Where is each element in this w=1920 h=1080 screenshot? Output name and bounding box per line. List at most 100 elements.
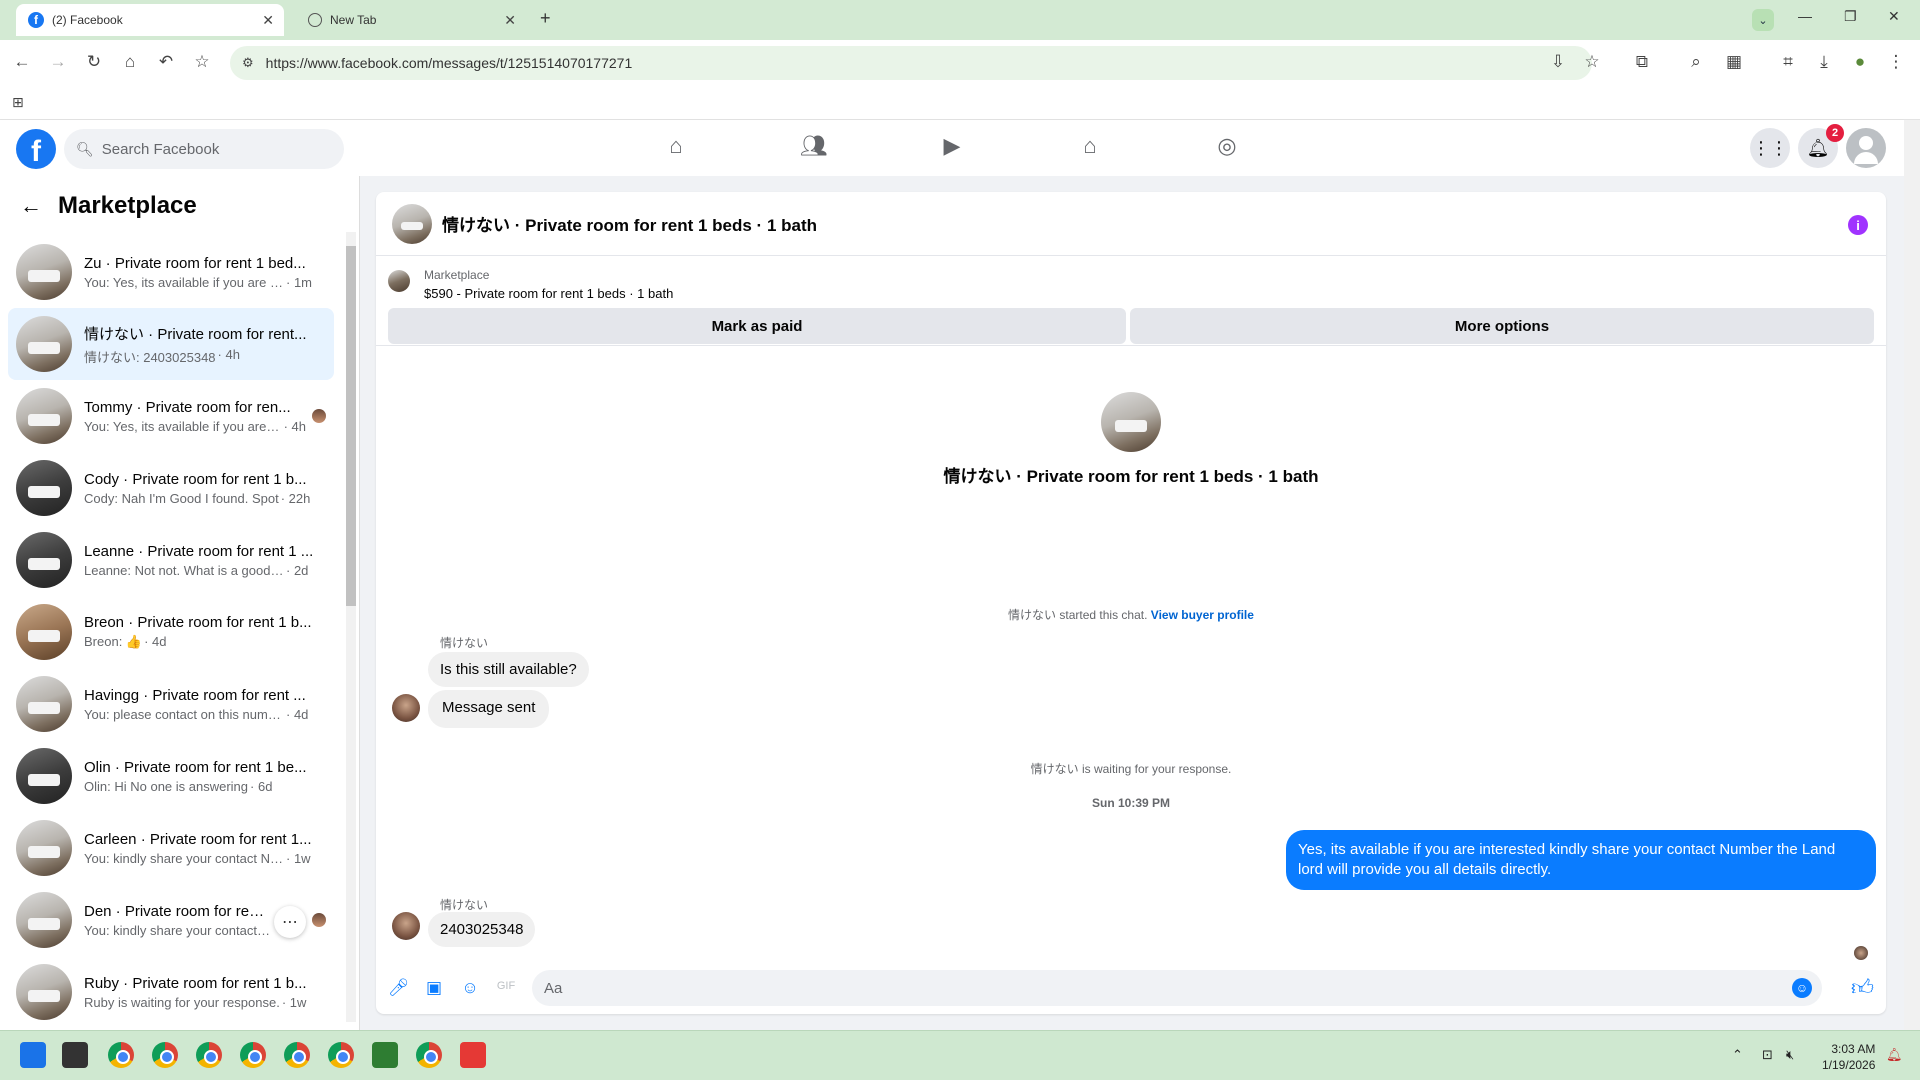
thumbs-up-icon[interactable]: 👍︎ xyxy=(1851,974,1874,1001)
conversation-item[interactable]: Breon · Private room for rent 1 b... Breo… xyxy=(8,596,334,668)
conversation-item[interactable]: Zu · Private room for rent 1 bed... You: … xyxy=(8,236,334,308)
site-info-icon[interactable]: ⚙ xyxy=(242,55,254,71)
listing-price-title[interactable]: $590 - Private room for rent 1 beds · 1 … xyxy=(424,286,673,301)
more-options-button[interactable]: More options xyxy=(1130,308,1874,344)
home-nav-icon[interactable]: ⌂ xyxy=(661,133,691,159)
friends-nav-icon[interactable]: 👥︎ xyxy=(799,133,829,159)
download-icon[interactable]: ⤓ xyxy=(1812,52,1836,72)
apps-grid-icon[interactable]: ⊞ xyxy=(12,94,24,111)
profile-icon[interactable]: ● xyxy=(1848,52,1872,72)
message-bubble-outgoing[interactable]: Yes, its available if you are interested… xyxy=(1286,830,1876,890)
crop-icon[interactable]: ⌗ xyxy=(1776,52,1800,72)
groups-nav-icon[interactable]: ◎ xyxy=(1212,133,1242,159)
conversation-text: 情けない · Private room for rent... 情けない: 240… xyxy=(84,323,326,366)
home-icon[interactable]: ⌂ xyxy=(118,52,142,72)
zoom-icon[interactable]: ⌕ xyxy=(1684,52,1708,72)
bookmark-star-icon[interactable]: ☆ xyxy=(190,52,214,72)
conversation-item[interactable]: Cody · Private room for rent 1 b... Cody:… xyxy=(8,452,334,524)
sender-avatar[interactable] xyxy=(392,694,420,722)
close-tab-icon[interactable]: ✕ xyxy=(262,12,274,29)
conversation-item[interactable]: Leanne · Private room for rent 1 ... Lean… xyxy=(8,524,334,596)
search-placeholder: Search Facebook xyxy=(101,140,220,158)
account-avatar[interactable] xyxy=(1846,128,1886,168)
notepad-icon[interactable] xyxy=(372,1042,398,1068)
chrome-app-icon[interactable] xyxy=(240,1042,266,1068)
message-bubble-incoming[interactable]: Is this still available? xyxy=(428,652,589,687)
chat-title[interactable]: 情けない · Private room for rent 1 beds · 1 … xyxy=(442,211,817,236)
tab-facebook[interactable]: f (2) Facebook ✕ xyxy=(16,4,284,36)
conversation-item[interactable]: Havingg · Private room for rent ... You: … xyxy=(8,668,334,740)
minimize-icon[interactable]: — xyxy=(1798,8,1812,24)
message-bubble-incoming[interactable]: 2403025348 xyxy=(428,912,536,947)
conversation-item[interactable]: Den · Private room for rent 1 You: kindly… xyxy=(8,884,334,956)
conversation-item[interactable]: Tommy · Private room for ren... You: Yes,… xyxy=(8,380,334,452)
message-bubble-incoming[interactable]: Message sent xyxy=(428,690,550,728)
chrome-app-icon[interactable] xyxy=(328,1042,354,1068)
install-app-icon[interactable]: ⇩ xyxy=(1546,52,1570,72)
address-bar[interactable]: ⚙ https://www.facebook.com/messages/t/12… xyxy=(230,46,1592,80)
conversation-name: Breon · Private room for rent 1 b... xyxy=(84,614,312,631)
conversation-item[interactable]: Olin · Private room for rent 1 be... Olin… xyxy=(8,740,334,812)
menu-grid-icon[interactable]: ⋮⋮ xyxy=(1750,128,1790,168)
conversation-thumbnail xyxy=(16,244,72,300)
waiting-notice: 情けない is waiting for your response. xyxy=(1030,762,1232,776)
system-clock[interactable]: 3:03 AM 1/19/2026 xyxy=(1822,1041,1875,1073)
volume-muted-icon[interactable]: 🔇︎ xyxy=(1786,1047,1794,1063)
start-menu-icon[interactable] xyxy=(20,1042,46,1068)
network-icon[interactable]: ⊡ xyxy=(1762,1047,1773,1063)
tab-search-dropdown-icon[interactable]: ⌄ xyxy=(1752,9,1774,31)
more-actions-button[interactable]: ⋯ xyxy=(274,906,306,938)
snipping-tool-icon[interactable] xyxy=(460,1042,486,1068)
chrome-app-icon[interactable] xyxy=(152,1042,178,1068)
menu-icon[interactable]: ⋮ xyxy=(1884,52,1908,72)
new-tab-button[interactable]: + xyxy=(540,8,551,29)
forward-icon[interactable]: → xyxy=(46,52,70,72)
qr-icon[interactable]: ▦ xyxy=(1722,52,1746,72)
conversation-item[interactable]: Ruby · Private room for rent 1 b... Ruby … xyxy=(8,956,334,1026)
conversation-time: · 4h xyxy=(217,346,240,362)
conversation-time: · 1w xyxy=(281,994,307,1010)
tab-new-tab[interactable]: New Tab ✕ xyxy=(296,4,526,36)
task-view-icon[interactable] xyxy=(62,1042,88,1068)
info-icon[interactable]: i xyxy=(1848,215,1868,235)
page-scrollbar[interactable] xyxy=(1904,120,1920,1030)
tray-expand-icon[interactable]: ⌃ xyxy=(1732,1047,1743,1063)
conversation-text: Havingg · Private room for rent ... You: … xyxy=(84,687,326,722)
conversation-name: Den · Private room for rent 1 xyxy=(84,902,272,920)
mark-as-paid-button[interactable]: Mark as paid xyxy=(388,308,1126,344)
back-icon[interactable]: ← xyxy=(10,52,34,72)
marketplace-nav-icon[interactable]: ⌂ xyxy=(1075,133,1105,159)
conversation-list: Zu · Private room for rent 1 bed... You: … xyxy=(8,236,334,1026)
sidebar-scrollbar[interactable] xyxy=(346,232,356,1022)
notification-bell-icon[interactable]: 🔔︎ xyxy=(1886,1047,1903,1063)
conversation-item[interactable]: 情けない · Private room for rent... 情けない: 240… xyxy=(8,308,334,380)
conversation-item[interactable]: Carleen · Private room for rent 1... You:… xyxy=(8,812,334,884)
sender-avatar[interactable] xyxy=(392,912,420,940)
gif-icon[interactable]: GIF xyxy=(496,980,516,992)
photo-icon[interactable]: ▣ xyxy=(424,978,444,998)
extensions-icon[interactable]: ⧉ xyxy=(1630,52,1654,72)
reload-icon[interactable]: ↻ xyxy=(82,52,106,72)
chrome-app-icon[interactable] xyxy=(416,1042,442,1068)
video-nav-icon[interactable]: ▶ xyxy=(937,133,967,159)
close-window-icon[interactable]: ✕ xyxy=(1888,8,1900,25)
facebook-search-input[interactable]: 🔍︎ Search Facebook xyxy=(64,129,344,169)
conversation-last-message: Olin: Hi No one is answering xyxy=(84,778,249,794)
undo-icon[interactable]: ↶ xyxy=(154,52,178,72)
microphone-icon[interactable]: 🎤︎ xyxy=(388,978,410,998)
chrome-app-icon[interactable] xyxy=(196,1042,222,1068)
sticker-icon[interactable]: ☺ xyxy=(460,978,480,998)
chat-header: 情けない · Private room for rent 1 beds · 1 … xyxy=(376,192,1886,256)
star-icon[interactable]: ☆ xyxy=(1580,52,1604,72)
message-input[interactable]: Aa ☺ xyxy=(532,970,1822,1006)
facebook-logo-icon[interactable]: f xyxy=(16,129,56,169)
conversation-text: Carleen · Private room for rent 1... You:… xyxy=(84,831,326,866)
restore-icon[interactable]: ❐ xyxy=(1844,8,1857,25)
chrome-app-icon[interactable] xyxy=(284,1042,310,1068)
listing-thumbnail[interactable] xyxy=(392,203,432,244)
close-tab-icon[interactable]: ✕ xyxy=(504,12,516,29)
view-buyer-profile-link[interactable]: View buyer profile xyxy=(1151,608,1254,622)
chrome-app-icon[interactable] xyxy=(108,1042,134,1068)
back-arrow-icon[interactable]: ← xyxy=(20,193,42,219)
emoji-icon[interactable]: ☺ xyxy=(1792,978,1812,998)
